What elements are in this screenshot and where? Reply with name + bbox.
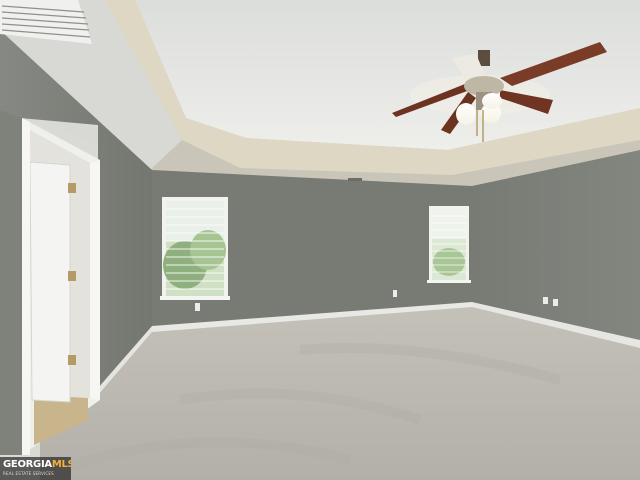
watermark-brand: GEORGIAMLS [3,459,71,470]
outlet [393,290,397,297]
doorway [22,118,100,455]
fan-light [456,103,476,125]
watermark-brand-suffix: MLS [51,459,71,470]
watermark-brand-main: GEORGIA [3,459,52,470]
window-right [427,206,471,283]
georgia-mls-watermark: GEORGIAMLS REAL ESTATE SERVICES [0,457,71,480]
outlet [195,303,200,311]
ceiling-sensor [348,178,362,181]
outlet [543,297,548,304]
door-hinge [68,183,76,193]
watermark-tagline: REAL ESTATE SERVICES [3,471,54,476]
door-hinge [68,271,76,281]
window-left [160,197,230,300]
fan-light [482,93,502,109]
room-scene [0,0,640,480]
left-wall-lower [0,110,22,455]
door-panel [29,161,71,403]
outlet [553,299,558,306]
door-hinge [68,355,76,365]
